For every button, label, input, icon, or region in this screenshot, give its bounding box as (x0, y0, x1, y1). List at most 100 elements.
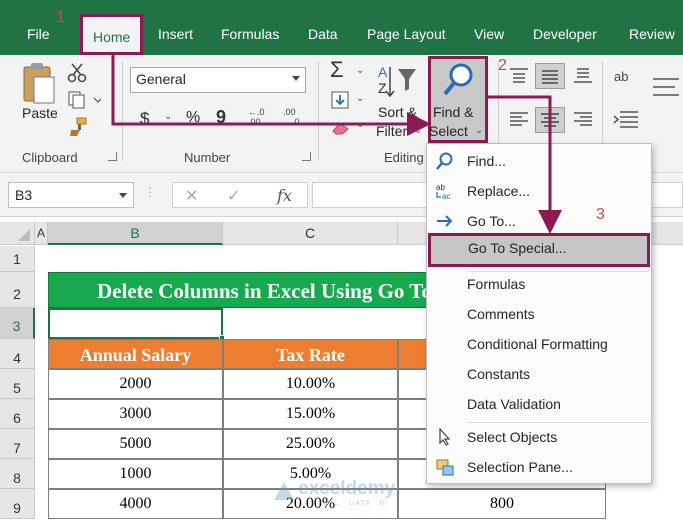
align-top-icon[interactable] (508, 67, 530, 85)
align-center-button[interactable] (535, 107, 565, 133)
sort-filter-icon[interactable]: A Z (376, 61, 422, 101)
tab-page-layout[interactable]: Page Layout (367, 24, 446, 44)
chevron-down-icon[interactable]: ⌄ (356, 65, 364, 76)
selection-pane-icon (436, 459, 454, 476)
menu-item-formulas[interactable]: Formulas (427, 269, 651, 299)
format-painter-icon[interactable] (68, 117, 88, 137)
decrease-decimal-button[interactable]: .00 →.0 (283, 107, 307, 127)
row-header-3[interactable]: 3 (0, 308, 35, 339)
align-middle-icon (542, 70, 558, 84)
table-cell-salary[interactable]: 3000 (48, 399, 223, 429)
chevron-down-icon[interactable]: ⌄ (356, 93, 364, 104)
number-group-label: Number (184, 150, 231, 165)
align-middle-button[interactable] (535, 63, 565, 89)
row-header-6[interactable]: 6 (0, 399, 35, 429)
copy-icon[interactable] (67, 90, 101, 110)
menu-item-conditional-formatting[interactable]: Conditional Formatting (427, 329, 651, 359)
sort-filter-button-line2[interactable]: Filter (376, 123, 407, 139)
row-header-9[interactable]: 9 (0, 489, 35, 519)
table-cell-salary[interactable]: 4000 (48, 489, 223, 519)
menu-item-constants[interactable]: Constants (427, 359, 651, 389)
table-cell-rate[interactable]: 25.00% (223, 429, 398, 459)
clipboard-group-label: Clipboard (22, 150, 78, 165)
menu-item-replace[interactable]: ab ac Replace... (427, 176, 651, 206)
row-header-7[interactable]: 7 (0, 429, 35, 459)
table-title[interactable]: Delete Columns in Excel Using Go To Spec… (48, 272, 428, 308)
clear-icon[interactable] (331, 121, 351, 135)
column-header-c[interactable]: C (223, 222, 398, 245)
chevron-down-icon[interactable]: ⌄ (164, 111, 172, 122)
tab-formulas[interactable]: Formulas (221, 24, 279, 44)
svg-text:ab: ab (436, 183, 445, 192)
paste-button[interactable]: Paste (22, 105, 58, 121)
row-header-5[interactable]: 5 (0, 369, 35, 399)
percent-format-button[interactable]: % (186, 109, 200, 127)
menu-item-comments[interactable]: Comments (427, 299, 651, 329)
increase-decimal-button[interactable]: ←.0 .00 (248, 107, 272, 127)
autosum-button[interactable]: Σ (330, 57, 344, 83)
align-left-icon[interactable] (508, 111, 530, 129)
replace-icon: abac (436, 183, 450, 200)
column-header-b[interactable]: B (48, 222, 223, 245)
select-all-corner[interactable] (0, 222, 35, 245)
table-cell-salary[interactable]: 1000 (48, 459, 223, 489)
cancel-icon[interactable]: ✕ (185, 186, 198, 205)
table-cell-salary[interactable]: 2000 (48, 369, 223, 399)
wrap-text-icon[interactable] (651, 75, 681, 109)
find-select-button[interactable]: Find & Select ⌄ (428, 56, 488, 143)
fill-icon[interactable] (331, 91, 349, 109)
menu-item-find[interactable]: Find... (427, 146, 651, 176)
name-box[interactable]: B3 (8, 182, 134, 208)
number-format-dropdown[interactable]: General (130, 67, 306, 93)
row-header-2[interactable]: 2 (0, 272, 35, 308)
step-label-2: 2 (498, 57, 507, 74)
tab-home[interactable]: Home (80, 14, 144, 55)
currency-format-button[interactable]: $ (140, 109, 149, 129)
clipboard-dialog-launcher[interactable] (108, 152, 117, 161)
menu-item-data-validation[interactable]: Data Validation (427, 389, 651, 419)
formula-buttons: ✕ ✓ fx (172, 182, 308, 208)
menu-item-go-to[interactable]: Go To... (427, 206, 651, 236)
table-cell-rate[interactable]: 15.00% (223, 399, 398, 429)
svg-text:A: A (378, 64, 388, 80)
tab-developer[interactable]: Developer (533, 24, 597, 44)
table-cell-salary[interactable]: 5000 (48, 429, 223, 459)
chevron-down-icon: ⌄ (475, 125, 484, 136)
menu-item-selection-pane[interactable]: Selection Pane... (427, 452, 651, 482)
align-center-icon (541, 113, 559, 127)
step-label-1: 1 (56, 9, 65, 26)
enter-icon[interactable]: ✓ (227, 186, 240, 205)
sort-filter-button[interactable]: Sort & (378, 104, 417, 120)
table-cell-rate[interactable]: 10.00% (223, 369, 398, 399)
number-dialog-launcher[interactable] (302, 152, 311, 161)
comma-style-button[interactable]: 9 (216, 107, 226, 128)
cut-icon[interactable] (67, 63, 87, 83)
tab-file[interactable]: File (27, 24, 50, 44)
row-header-1[interactable]: 1 (0, 246, 35, 272)
tab-view[interactable]: View (474, 24, 504, 44)
paste-icon[interactable] (20, 61, 56, 105)
align-right-icon[interactable] (572, 111, 594, 129)
tab-insert[interactable]: Insert (158, 24, 193, 44)
header-tax-rate[interactable]: Tax Rate (223, 339, 398, 369)
align-bottom-icon[interactable] (572, 67, 594, 85)
chevron-down-icon[interactable]: ⌄ (356, 119, 364, 130)
indent-icon[interactable] (612, 109, 642, 129)
tab-review[interactable]: Review (629, 24, 675, 44)
header-annual-salary[interactable]: Annual Salary (48, 339, 223, 369)
table-cell-tax[interactable]: 800 (398, 489, 606, 519)
row-header-8[interactable]: 8 (0, 459, 35, 489)
menu-item-go-to-special[interactable]: Go To Special... (428, 233, 650, 267)
active-cell-b3[interactable] (48, 308, 223, 339)
watermark: exceldemy EXCEL · DATA · BI (272, 478, 422, 508)
number-format-value: General (136, 71, 186, 87)
search-icon (436, 152, 453, 170)
menu-item-select-objects[interactable]: Select Objects (427, 422, 651, 452)
insert-function-button[interactable]: fx (277, 186, 292, 205)
column-header-a[interactable]: A (35, 222, 48, 245)
orientation-icon[interactable]: ab (610, 61, 644, 89)
exceldemy-logo-icon (274, 482, 294, 500)
row-header-4[interactable]: 4 (0, 339, 35, 369)
tab-data[interactable]: Data (308, 24, 338, 44)
vertical-dots-icon: ⋮ (144, 185, 156, 199)
